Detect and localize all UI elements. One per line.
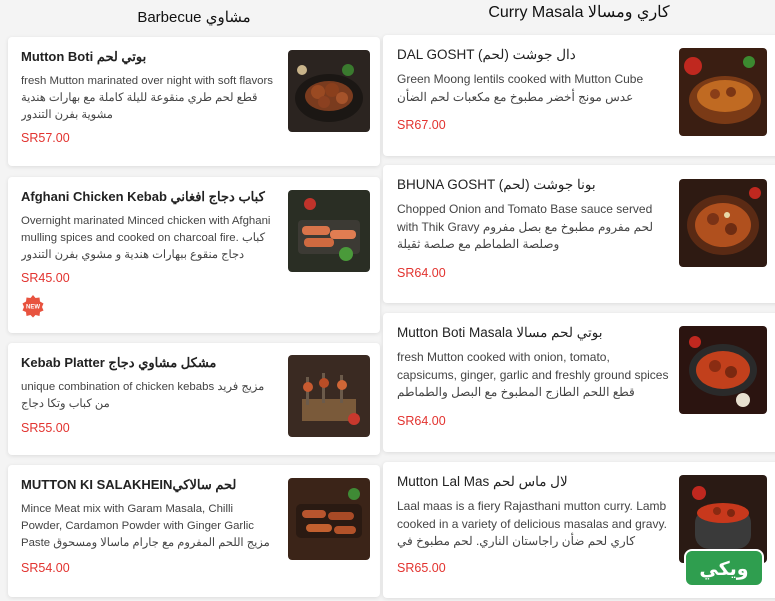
afghani-chicken-kebab-photo <box>288 190 370 272</box>
item-price: SR57.00 <box>21 131 70 145</box>
menu-item-card[interactable]: Mutton Boti Masala بوتي لحم مسالا fresh … <box>383 313 775 452</box>
item-description: fresh Mutton marinated over night with s… <box>21 75 273 121</box>
dal-gosht-photo <box>679 48 767 136</box>
item-name: BHUNA GOSHT (لحم) بونا جوشت <box>397 177 596 192</box>
item-description: Mince Meat mix with Garam Masala, Chilli… <box>21 503 270 549</box>
item-description: Overnight marinated Minced chicken with … <box>21 215 271 261</box>
bhuna-gosht-photo <box>679 179 767 267</box>
mutton-boti-photo <box>288 50 370 132</box>
menu-item-card[interactable]: Afghani Chicken Kebab كباب دجاج افغاني O… <box>8 177 380 333</box>
wiki-logo-watermark: ويكي <box>684 549 764 587</box>
mutton-ki-salakhein-photo <box>288 478 370 560</box>
item-description: Laal maas is a fiery Rajasthani mutton c… <box>397 499 667 548</box>
item-name: Mutton Lal Mas لال ماس لحم <box>397 474 568 489</box>
new-badge-icon: NEW <box>22 295 44 318</box>
section-title-barbecue: Barbecue مشاوي <box>137 9 251 26</box>
item-name: Mutton Boti Masala بوتي لحم مسالا <box>397 325 603 340</box>
item-price: SR67.00 <box>397 118 446 132</box>
item-description: Green Moong lentils cooked with Mutton C… <box>397 72 644 104</box>
menu-item-card[interactable]: DAL GOSHT (لحم) دال جوشت Green Moong len… <box>383 35 775 156</box>
item-price: SR65.00 <box>397 561 446 575</box>
barbecue-column: Barbecue مشاوي Mutton Boti بوتي لحم fres… <box>8 0 380 597</box>
item-name: Kebab Platter مشكل مشاوي دجاج <box>21 355 217 370</box>
menu-item-card[interactable]: BHUNA GOSHT (لحم) بونا جوشت Chopped Onio… <box>383 165 775 303</box>
item-name: MUTTON KI SALAKHEINلحم سالاكي <box>21 477 237 492</box>
curry-masala-column: Curry Masala كاري ومسالا DAL GOSHT (لحم)… <box>383 0 775 598</box>
item-name: Mutton Boti بوتي لحم <box>21 49 147 64</box>
kebab-platter-photo <box>288 355 370 437</box>
item-price: SR45.00 <box>21 271 70 285</box>
item-name: Afghani Chicken Kebab كباب دجاج افغاني <box>21 189 265 204</box>
item-price: SR54.00 <box>21 561 70 575</box>
item-price: SR55.00 <box>21 421 70 435</box>
item-description: Chopped Onion and Tomato Base sauce serv… <box>397 202 654 251</box>
mutton-boti-masala-photo <box>679 326 767 414</box>
item-description: fresh Mutton cooked with onion, tomato, … <box>397 350 669 399</box>
item-price: SR64.00 <box>397 266 446 280</box>
new-badge-label: NEW <box>26 305 40 311</box>
item-price: SR64.00 <box>397 414 446 428</box>
item-description: unique combination of chicken kebabs مزي… <box>21 381 265 410</box>
item-name: DAL GOSHT (لحم) دال جوشت <box>397 47 576 62</box>
menu-item-card[interactable]: MUTTON KI SALAKHEINلحم سالاكي Mince Meat… <box>8 465 380 597</box>
menu-item-card[interactable]: Mutton Boti بوتي لحم fresh Mutton marina… <box>8 37 380 166</box>
section-title-curry-masala: Curry Masala كاري ومسالا <box>488 4 670 21</box>
menu-item-card[interactable]: Kebab Platter مشكل مشاوي دجاج unique com… <box>8 343 380 455</box>
wiki-logo-text: ويكي <box>699 558 748 580</box>
